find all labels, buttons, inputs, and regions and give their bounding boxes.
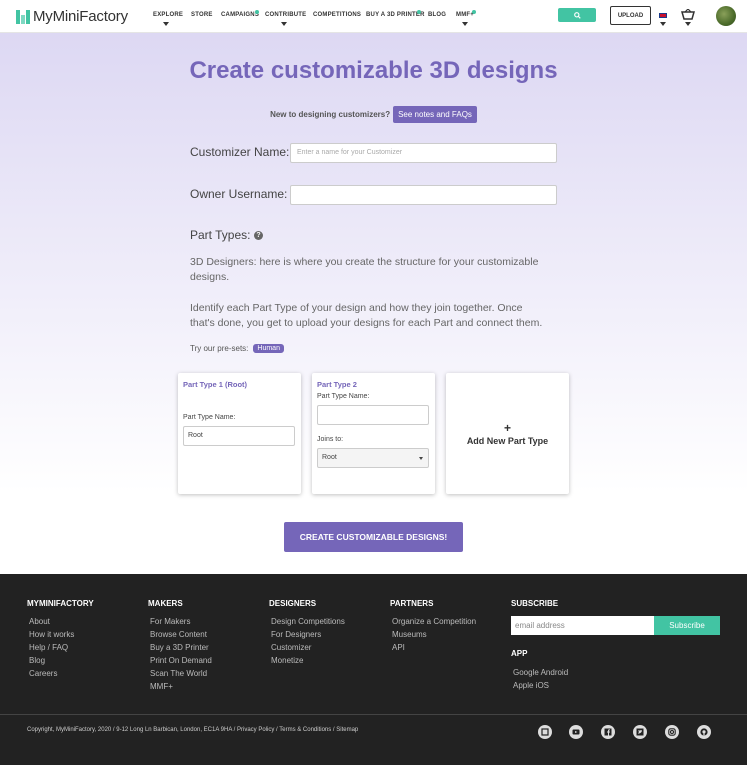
footer-heading: MYMINIFACTORY: [27, 599, 94, 608]
twitter-icon[interactable]: [633, 725, 647, 739]
nav-blog[interactable]: BLOG: [428, 12, 446, 18]
footer-link[interactable]: Customizer: [271, 643, 311, 652]
footer-link[interactable]: Google Android: [513, 668, 568, 677]
preset-human-button[interactable]: Human: [253, 344, 284, 353]
chevron-down-icon: [685, 22, 691, 26]
customizer-name-label: Customizer Name:: [190, 145, 290, 159]
uk-flag-icon[interactable]: [659, 13, 667, 18]
nav-explore[interactable]: EXPLORE: [153, 12, 183, 18]
owner-username-label: Owner Username:: [190, 187, 288, 201]
owner-username-input[interactable]: [290, 185, 557, 205]
footer-link[interactable]: Design Competitions: [271, 617, 345, 626]
part-types-instructions: Identify each Part Type of your design a…: [190, 302, 543, 329]
presets-row: Try our pre-sets: Human: [190, 344, 284, 353]
footer-link[interactable]: About: [29, 617, 50, 626]
part-type-name-label: Part Type Name:: [183, 414, 236, 421]
joins-to-label: Joins to:: [317, 436, 344, 443]
card-title: Part Type 1 (Root): [183, 380, 248, 389]
create-customizable-designs-button[interactable]: CREATE CUSTOMIZABLE DESIGNS!: [284, 522, 463, 552]
footer-heading: DESIGNERS: [269, 599, 317, 608]
search-icon: [573, 11, 581, 19]
footer-link[interactable]: Help / FAQ: [29, 643, 68, 652]
subscribe-button[interactable]: Subscribe: [654, 616, 720, 635]
nav-store[interactable]: STORE: [191, 12, 213, 18]
logo-text: MyMiniFactory: [33, 8, 128, 25]
footer-link[interactable]: Apple iOS: [513, 681, 549, 690]
chevron-down-icon: [163, 22, 169, 26]
footer-heading: MAKERS: [148, 599, 183, 608]
footer-link[interactable]: Scan The World: [150, 669, 207, 678]
add-part-type-label: Add New Part Type: [466, 435, 549, 446]
new-dot-icon: [472, 10, 476, 14]
new-dot-icon: [417, 10, 421, 14]
logo-icon: [16, 9, 30, 24]
part-types-label: Part Types:: [190, 228, 251, 242]
part-type-name-input[interactable]: Root: [183, 426, 295, 446]
cart-icon[interactable]: [681, 9, 695, 21]
footer-link[interactable]: How it works: [29, 630, 74, 639]
mmf-icon[interactable]: [538, 725, 552, 739]
help-icon[interactable]: ?: [254, 231, 263, 240]
avatar[interactable]: [716, 6, 736, 26]
part-type-name-label: Part Type Name:: [317, 393, 370, 400]
footer-heading: APP: [511, 649, 528, 658]
footer-link[interactable]: Organize a Competition: [392, 617, 476, 626]
footer-heading: SUBSCRIBE: [511, 599, 559, 608]
customizer-name-input[interactable]: Enter a name for your Customizer: [290, 143, 557, 163]
card-title: Part Type 2: [317, 380, 357, 389]
chevron-down-icon: [419, 457, 423, 460]
footer-link[interactable]: Blog: [29, 656, 45, 665]
nav-competitions[interactable]: COMPETITIONS: [313, 12, 361, 18]
divider: [0, 714, 747, 715]
part-type-card-2: Part Type 2 Part Type Name: Joins to: Ro…: [312, 373, 435, 494]
part-type-card-1: Part Type 1 (Root) Part Type Name: Root: [178, 373, 301, 494]
customizer-form-section: Create customizable 3D designs New to de…: [0, 33, 747, 574]
logo[interactable]: MyMiniFactory: [16, 8, 128, 25]
instagram-icon[interactable]: [665, 725, 679, 739]
faq-text: New to designing customizers?: [270, 110, 391, 119]
joins-to-value: Root: [322, 454, 337, 461]
footer-link[interactable]: MMF+: [150, 682, 173, 691]
chevron-down-icon: [660, 22, 666, 26]
page-title: Create customizable 3D designs: [189, 57, 558, 84]
github-icon[interactable]: [697, 725, 711, 739]
upload-button[interactable]: UPLOAD: [610, 6, 651, 25]
footer: MYMINIFACTORY About How it works Help / …: [0, 574, 747, 765]
presets-label: Try our pre-sets:: [190, 344, 249, 353]
part-types-description: 3D Designers: here is where you create t…: [190, 256, 539, 283]
email-field[interactable]: email address: [511, 616, 654, 635]
new-dot-icon: [255, 10, 259, 14]
nav-contribute[interactable]: CONTRIBUTE: [265, 12, 306, 18]
joins-to-select[interactable]: Root: [317, 448, 429, 468]
footer-link[interactable]: Browse Content: [150, 630, 207, 639]
plus-icon: +: [503, 420, 511, 435]
add-part-type-card[interactable]: + Add New Part Type: [446, 373, 569, 494]
footer-heading: PARTNERS: [390, 599, 434, 608]
facebook-icon[interactable]: [601, 725, 615, 739]
part-type-name-input[interactable]: [317, 405, 429, 425]
footer-link[interactable]: Print On Demand: [150, 656, 212, 665]
footer-link[interactable]: For Makers: [150, 617, 190, 626]
faq-button[interactable]: See notes and FAQs: [393, 106, 477, 123]
footer-link[interactable]: Careers: [29, 669, 57, 678]
footer-link[interactable]: Buy a 3D Printer: [150, 643, 209, 652]
footer-link[interactable]: Monetize: [271, 656, 303, 665]
faq-row: New to designing customizers? See notes …: [0, 106, 747, 123]
copyright: Copyright, MyMiniFactory, 2020 / 9-12 Lo…: [27, 727, 359, 733]
search-button[interactable]: [558, 8, 596, 22]
chevron-down-icon: [281, 22, 287, 26]
footer-link[interactable]: Museums: [392, 630, 427, 639]
nav-buy-printer[interactable]: BUY A 3D PRINTER: [366, 12, 425, 18]
chevron-down-icon: [462, 22, 468, 26]
top-navbar: MyMiniFactory EXPLORE STORE CAMPAIGNS CO…: [0, 0, 747, 33]
youtube-icon[interactable]: [569, 725, 583, 739]
footer-link[interactable]: API: [392, 643, 405, 652]
nav-campaigns[interactable]: CAMPAIGNS: [221, 12, 259, 18]
footer-link[interactable]: For Designers: [271, 630, 321, 639]
